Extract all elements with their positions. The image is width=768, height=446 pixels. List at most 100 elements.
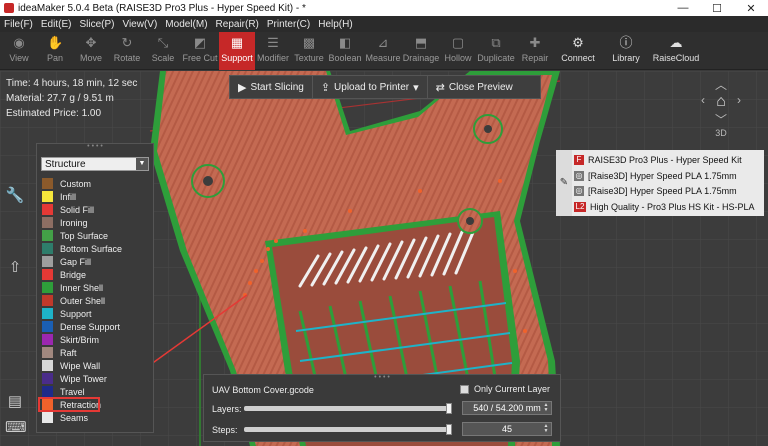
- chevron-left-icon[interactable]: ‹: [701, 93, 705, 111]
- checkbox-box[interactable]: [460, 384, 469, 394]
- tool-scale[interactable]: ⤡ Scale: [146, 32, 180, 70]
- filament-right-profile[interactable]: ◎ [Raise3D] Hyper Speed PLA 1.75mm: [574, 183, 737, 198]
- filament-left-profile[interactable]: ◎ [Raise3D] Hyper Speed PLA 1.75mm: [574, 168, 737, 183]
- menu-edit[interactable]: Edit(E): [37, 19, 76, 30]
- wrench-icon[interactable]: 🔧: [5, 186, 25, 206]
- legend-item[interactable]: Infill: [37, 190, 153, 203]
- spinner-arrows-icon[interactable]: ▲ ▼: [542, 424, 550, 434]
- legend-item[interactable]: Solid Fill: [37, 203, 153, 216]
- menu-model[interactable]: Model(M): [161, 19, 211, 30]
- move-icon: ✥: [85, 35, 97, 50]
- layers-slider[interactable]: [244, 403, 452, 414]
- export-icon[interactable]: ⇧: [5, 258, 25, 278]
- layers-slider-handle[interactable]: [446, 403, 452, 414]
- only-current-layer-checkbox[interactable]: Only Current Layer: [460, 384, 550, 394]
- upload-to-printer-button[interactable]: ⇪ Upload to Printer ▾: [313, 76, 428, 98]
- chevron-up-icon[interactable]: ︿: [706, 76, 736, 93]
- steps-slider[interactable]: [244, 424, 452, 435]
- legend-item[interactable]: Wipe Tower: [37, 372, 153, 385]
- tool-measure[interactable]: ⊿ Measure: [364, 32, 402, 70]
- tool-drainage[interactable]: ⬒ Drainage: [402, 32, 440, 70]
- material-usage: Material: 27.7 g / 9.51 m: [6, 93, 114, 104]
- tool-modifier[interactable]: ☰ Modifier: [256, 32, 290, 70]
- edit-icon[interactable]: ✎: [556, 150, 572, 216]
- quality-profile[interactable]: L2 High Quality - Pro3 Plus HS Kit - HS-P…: [574, 199, 755, 214]
- tool-hollow[interactable]: ▢ Hollow: [440, 32, 476, 70]
- tool-pan[interactable]: ✋ Pan: [38, 32, 72, 70]
- structure-legend: • • • • Structure ▼ Custom Infill Solid …: [36, 143, 154, 433]
- view-3d-toggle[interactable]: 3D: [706, 128, 736, 138]
- panel-grip[interactable]: • • • •: [37, 143, 153, 152]
- legend-item[interactable]: Support: [37, 307, 153, 320]
- texture-icon: ▩: [302, 35, 316, 50]
- legend-item[interactable]: Bottom Surface: [37, 242, 153, 255]
- library-icon: ⓘ: [619, 35, 633, 50]
- report-icon[interactable]: ▤: [5, 392, 25, 412]
- legend-item[interactable]: Inner Shell: [37, 281, 153, 294]
- color-swatch: [42, 347, 53, 358]
- legend-item[interactable]: Skirt/Brim: [37, 333, 153, 346]
- menu-slice[interactable]: Slice(P): [75, 19, 118, 30]
- tool-duplicate[interactable]: ⧉ Duplicate: [476, 32, 516, 70]
- slice-info: Time: 4 hours, 18 min, 12 sec Material: …: [6, 76, 148, 121]
- legend-item[interactable]: Wipe Wall: [37, 359, 153, 372]
- legend-item[interactable]: Custom: [37, 177, 153, 190]
- layers-input[interactable]: 540 / 54.200 mm ▲ ▼: [462, 401, 552, 415]
- tool-boolean[interactable]: ◧ Boolean: [328, 32, 362, 70]
- chevron-down-icon[interactable]: ﹀: [706, 111, 736, 128]
- cloud-icon: ☁: [669, 35, 683, 50]
- spinner-arrows-icon[interactable]: ▲ ▼: [542, 403, 550, 413]
- chevron-right-icon[interactable]: ›: [737, 93, 741, 111]
- menu-help[interactable]: Help(H): [314, 19, 356, 30]
- tool-raisecloud[interactable]: ☁ RaiseCloud: [652, 32, 700, 70]
- color-swatch: [42, 321, 53, 332]
- legend-item[interactable]: Dense Support: [37, 320, 153, 333]
- rotate-icon: ↻: [121, 35, 133, 50]
- legend-item[interactable]: Travel: [37, 385, 153, 398]
- color-swatch: [42, 178, 53, 189]
- menu-repair[interactable]: Repair(R): [212, 19, 263, 30]
- panel-grip[interactable]: • • • •: [204, 374, 560, 381]
- play-icon: ▶: [238, 81, 247, 94]
- tool-texture[interactable]: ▩ Texture: [292, 32, 326, 70]
- menu-view[interactable]: View(V): [118, 19, 161, 30]
- color-swatch: [42, 243, 53, 254]
- tool-rotate[interactable]: ↻ Rotate: [110, 32, 144, 70]
- steps-input[interactable]: 45 ▲ ▼: [462, 422, 552, 436]
- tool-library[interactable]: ⓘ Library: [606, 32, 646, 70]
- legend-mode-select[interactable]: Structure ▼: [41, 157, 149, 171]
- app-logo-icon: [4, 3, 14, 13]
- legend-item-retraction[interactable]: Retraction: [38, 397, 101, 412]
- legend-item[interactable]: Outer Shell: [37, 294, 153, 307]
- hollow-icon: ▢: [451, 35, 465, 50]
- close-preview-button[interactable]: ⇄ Close Preview: [428, 76, 521, 98]
- print-profile-panel[interactable]: ✎ F RAISE3D Pro3 Plus - Hyper Speed Kit ◎…: [556, 150, 764, 216]
- tool-connect[interactable]: ⚙ Connect: [558, 32, 598, 70]
- start-slicing-button[interactable]: ▶ Start Slicing: [230, 76, 313, 98]
- printer-profile[interactable]: F RAISE3D Pro3 Plus - Hyper Speed Kit: [574, 152, 742, 167]
- repair-icon: ✚: [529, 35, 541, 50]
- legend-item[interactable]: Top Surface: [37, 229, 153, 242]
- close-button[interactable]: ✕: [734, 2, 768, 15]
- tool-view[interactable]: ◉ View: [2, 32, 36, 70]
- maximize-button[interactable]: ☐: [700, 2, 734, 15]
- tool-move[interactable]: ✥ Move: [74, 32, 108, 70]
- home-icon[interactable]: ⌂: [716, 93, 726, 111]
- steps-slider-handle[interactable]: [446, 424, 452, 435]
- legend-item[interactable]: Seams: [37, 411, 153, 424]
- menu-printer[interactable]: Printer(C): [263, 19, 314, 30]
- view-navigator[interactable]: ︿ ‹ ⌂ › ﹀ 3D: [701, 76, 741, 156]
- legend-item[interactable]: Gap Fill: [37, 255, 153, 268]
- tool-support[interactable]: ▦ Support: [219, 32, 255, 70]
- legend-item[interactable]: Bridge: [37, 268, 153, 281]
- keyboard-icon[interactable]: ⌨: [5, 418, 27, 438]
- legend-item[interactable]: Ironing: [37, 216, 153, 229]
- minimize-button[interactable]: —: [666, 2, 700, 14]
- tool-free-cut[interactable]: ◩ Free Cut: [182, 32, 218, 70]
- color-swatch: [42, 282, 53, 293]
- menu-file[interactable]: File(F): [0, 19, 37, 30]
- upload-icon: ⇪: [320, 81, 331, 94]
- print-time: Time: 4 hours, 18 min, 12 sec: [6, 78, 138, 89]
- legend-item[interactable]: Raft: [37, 346, 153, 359]
- tool-repair[interactable]: ✚ Repair: [518, 32, 552, 70]
